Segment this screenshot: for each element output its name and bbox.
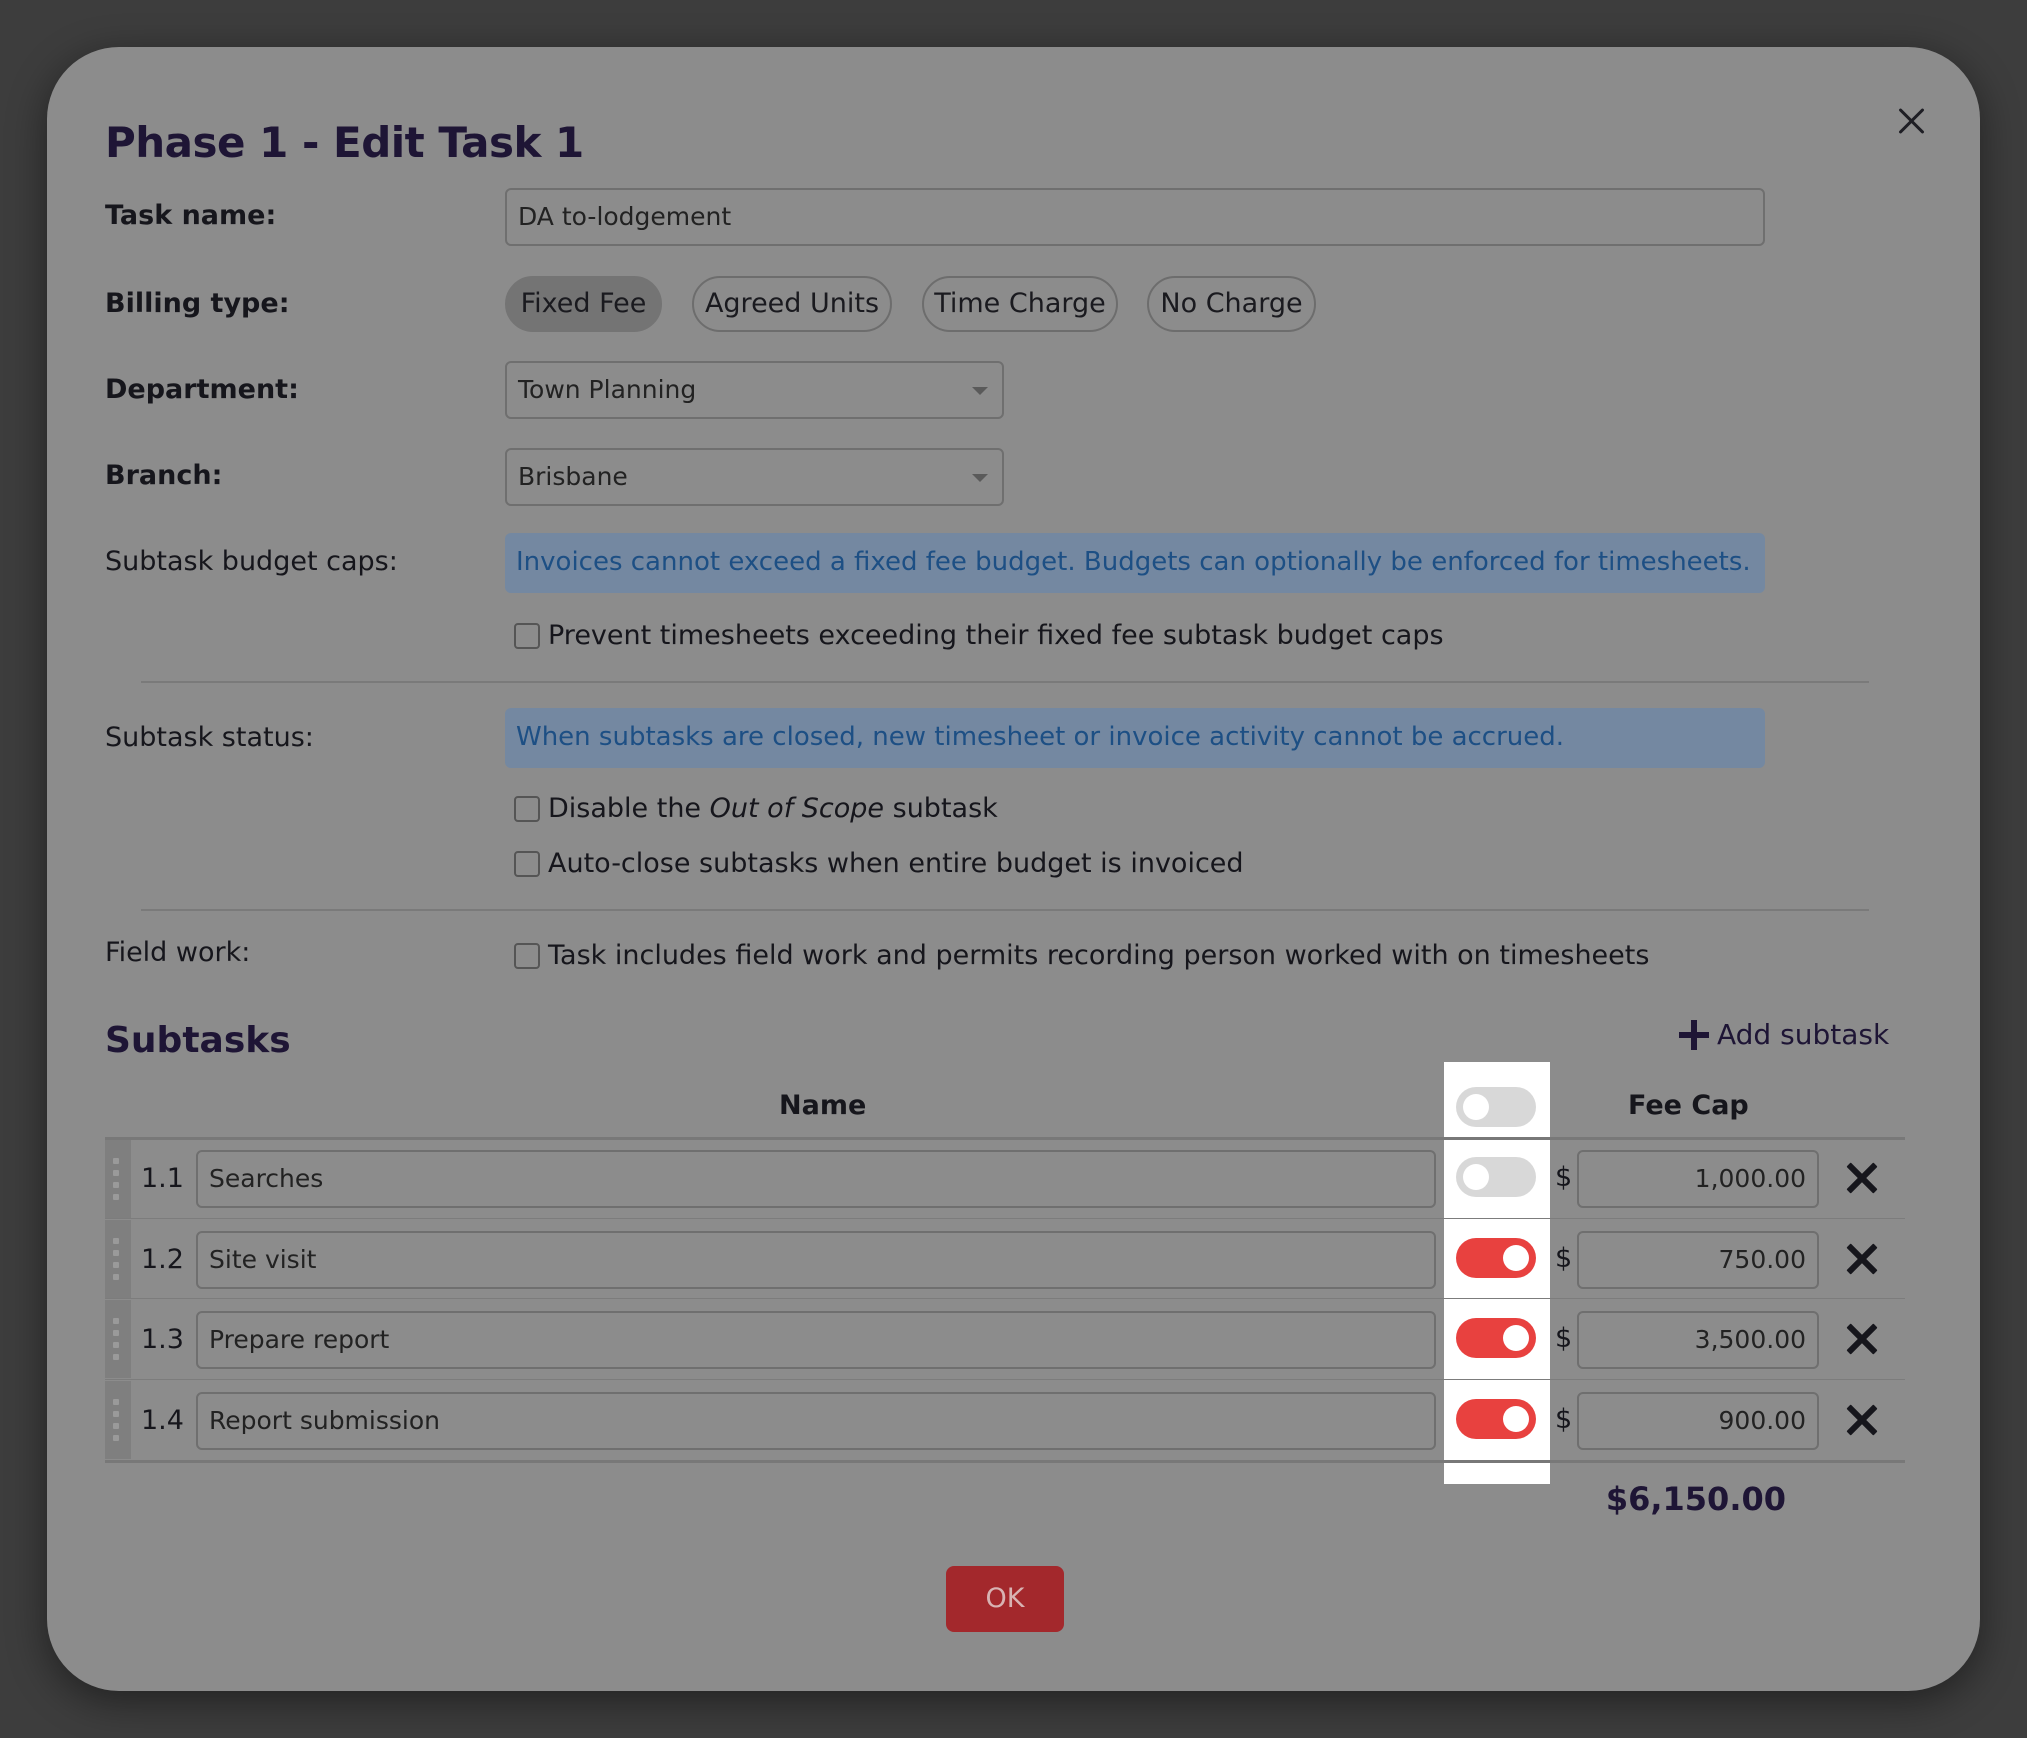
auto-close-label: Auto-close subtasks when entire budget i… <box>548 848 1244 879</box>
subtask-number: 1.2 <box>141 1244 184 1275</box>
drag-handle-icon[interactable] <box>105 1140 131 1218</box>
ok-button[interactable]: OK <box>946 1566 1064 1632</box>
subtask-status-info: When subtasks are closed, new timesheet … <box>505 708 1765 768</box>
subtask-enabled-toggle[interactable] <box>1456 1318 1536 1358</box>
subtask-name-input[interactable]: Report submission <box>196 1392 1436 1450</box>
subtask-number: 1.4 <box>141 1405 184 1436</box>
budget-caps-label: Subtask budget caps: <box>105 546 398 577</box>
section-divider <box>141 681 1869 683</box>
delete-subtask-icon[interactable] <box>1845 1322 1879 1356</box>
billing-option-no-charge[interactable]: No Charge <box>1147 276 1316 332</box>
delete-subtask-icon[interactable] <box>1845 1242 1879 1276</box>
branch-label: Branch: <box>105 460 223 491</box>
row-divider <box>105 1298 1905 1299</box>
billing-type-label: Billing type: <box>105 288 290 319</box>
department-value: Town Planning <box>518 375 697 404</box>
subtask-number: 1.1 <box>141 1163 184 1194</box>
auto-close-option[interactable]: Auto-close subtasks when entire budget i… <box>514 848 1244 879</box>
table-header-border <box>105 1137 1905 1140</box>
delete-subtask-icon[interactable] <box>1845 1403 1879 1437</box>
delete-subtask-icon[interactable] <box>1845 1161 1879 1195</box>
currency-symbol: $ <box>1555 1323 1573 1354</box>
toggle-knob <box>1463 1094 1489 1120</box>
subtask-name-input[interactable]: Prepare report <box>196 1311 1436 1369</box>
currency-symbol: $ <box>1555 1404 1573 1435</box>
dialog-title: Phase 1 - Edit Task 1 <box>105 118 584 167</box>
budget-caps-info: Invoices cannot exceed a fixed fee budge… <box>505 533 1765 593</box>
billing-option-fixed-fee[interactable]: Fixed Fee <box>505 276 662 332</box>
fee-cap-input[interactable]: 750.00 <box>1577 1231 1819 1289</box>
add-subtask-button[interactable]: Add subtask <box>1679 1018 1889 1051</box>
field-work-checkbox[interactable] <box>514 942 540 969</box>
add-subtask-label: Add subtask <box>1717 1018 1890 1051</box>
billing-option-agreed-units[interactable]: Agreed Units <box>692 276 892 332</box>
toggle-knob <box>1503 1406 1529 1432</box>
prevent-timesheets-label: Prevent timesheets exceeding their fixed… <box>548 620 1444 651</box>
disable-out-of-scope-option[interactable]: Disable the Out of Scope subtask <box>514 793 998 824</box>
out-of-scope-emphasis: Out of Scope <box>709 793 885 824</box>
fee-cap-total: $6,150.00 <box>1605 1480 1786 1518</box>
row-divider <box>105 1218 1905 1219</box>
close-icon[interactable] <box>1886 96 1936 146</box>
branch-select[interactable]: Brisbane <box>505 448 1004 506</box>
subtask-name-input[interactable]: Searches <box>196 1150 1436 1208</box>
department-select[interactable]: Town Planning <box>505 361 1004 419</box>
subtask-enabled-toggle[interactable] <box>1456 1157 1536 1197</box>
row-divider <box>105 1379 1905 1380</box>
subtask-name-input[interactable]: Site visit <box>196 1231 1436 1289</box>
disable-oos-prefix: Disable the <box>548 793 710 824</box>
drag-handle-icon[interactable] <box>105 1381 131 1459</box>
branch-value: Brisbane <box>518 462 628 491</box>
toggle-knob <box>1503 1325 1529 1351</box>
toggle-knob <box>1503 1245 1529 1271</box>
subtask-number: 1.3 <box>141 1324 184 1355</box>
field-work-checkbox-label: Task includes field work and permits rec… <box>548 940 1650 971</box>
fee-cap-input[interactable]: 3,500.00 <box>1577 1311 1819 1369</box>
fee-cap-input[interactable]: 1,000.00 <box>1577 1150 1819 1208</box>
toggle-knob <box>1463 1164 1489 1190</box>
drag-handle-icon[interactable] <box>105 1220 131 1298</box>
field-work-label: Field work: <box>105 937 251 968</box>
prevent-timesheets-checkbox[interactable] <box>514 622 540 649</box>
subtasks-heading: Subtasks <box>105 1020 291 1061</box>
currency-symbol: $ <box>1555 1243 1573 1274</box>
fee-cap-input[interactable]: 900.00 <box>1577 1392 1819 1450</box>
auto-close-checkbox[interactable] <box>514 850 540 877</box>
currency-symbol: $ <box>1555 1162 1573 1193</box>
table-footer-border <box>105 1460 1905 1463</box>
name-column-header: Name <box>779 1090 867 1121</box>
disable-oos-suffix: subtask <box>884 793 998 824</box>
task-name-input[interactable]: DA to-lodgement <box>505 188 1765 246</box>
field-work-option[interactable]: Task includes field work and permits rec… <box>514 940 1649 971</box>
subtask-status-label: Subtask status: <box>105 722 314 753</box>
subtask-enabled-toggle[interactable] <box>1456 1399 1536 1439</box>
chevron-down-icon <box>972 387 988 395</box>
prevent-timesheets-option[interactable]: Prevent timesheets exceeding their fixed… <box>514 620 1444 651</box>
section-divider <box>141 909 1869 911</box>
chevron-down-icon <box>972 474 988 482</box>
disable-out-of-scope-checkbox[interactable] <box>514 795 540 822</box>
drag-handle-icon[interactable] <box>105 1300 131 1378</box>
plus-icon <box>1679 1019 1709 1050</box>
task-name-label: Task name: <box>105 200 277 231</box>
fee-cap-column-header: Fee Cap <box>1628 1090 1749 1121</box>
toggle-all-switch[interactable] <box>1456 1087 1536 1127</box>
billing-option-time-charge[interactable]: Time Charge <box>922 276 1118 332</box>
subtask-enabled-toggle[interactable] <box>1456 1238 1536 1278</box>
department-label: Department: <box>105 374 299 405</box>
